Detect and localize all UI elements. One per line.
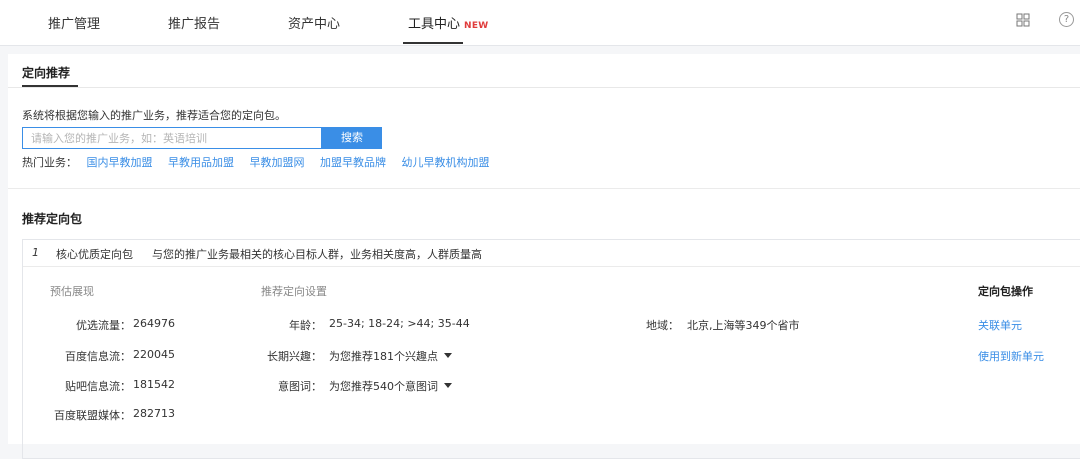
estimate-label: 优选流量： [76,319,131,332]
intent-label: 意图词： [278,380,322,393]
top-navigation: 推广管理 推广报告 资产中心 工具中心 NEW ? [0,0,1080,46]
settings-column-header: 推荐定向设置 [261,285,327,298]
estimate-column-header: 预估展现 [50,285,94,298]
active-tab-indicator [403,42,463,44]
link-unit-button[interactable]: 关联单元 [978,317,1022,333]
package-name: 核心优质定向包 [56,248,133,261]
interest-label: 长期兴趣： [267,350,322,363]
hot-link[interactable]: 早教加盟网 [250,156,305,169]
tab-promotion-management[interactable]: 推广管理 [48,13,100,32]
tab-tool-center[interactable]: 工具中心 NEW [408,13,489,32]
hot-link[interactable]: 加盟早教品牌 [320,156,386,169]
hot-business-label: 热门业务： [22,156,77,169]
age-label: 年龄： [289,319,322,332]
intent-dropdown[interactable]: 为您推荐540个意图词 [329,378,452,394]
package-index: 1 [32,246,39,259]
ops-column-header: 定向包操作 [978,285,1033,298]
package-header: 1 核心优质定向包 与您的推广业务最相关的核心目标人群，业务相关度高，人群质量高 [23,240,1080,267]
tab-asset-center[interactable]: 资产中心 [288,13,340,32]
age-value: 25-34; 18-24; >44; 35-44 [329,317,470,330]
grid-icon[interactable] [1016,13,1030,27]
new-badge: NEW [464,21,489,31]
section-divider [8,87,1080,88]
section-description: 系统将根据您输入的推广业务，推荐适合您的定向包。 [22,109,286,122]
recommended-packages-title: 推荐定向包 [22,212,83,226]
estimate-label: 百度信息流： [65,350,131,363]
hot-link[interactable]: 早教用品加盟 [168,156,234,169]
hot-link[interactable]: 幼儿早教机构加盟 [402,156,490,169]
help-icon[interactable]: ? [1059,12,1074,27]
tab-tool-center-label: 工具中心 [408,17,461,32]
content-divider [8,188,1080,189]
caret-down-icon[interactable] [444,383,452,388]
interest-dropdown[interactable]: 为您推荐181个兴趣点 [329,348,452,364]
tab-promotion-report[interactable]: 推广报告 [168,13,220,32]
package-description: 与您的推广业务最相关的核心目标人群，业务相关度高，人群质量高 [152,248,482,261]
targeting-package-card: 1 核心优质定向包 与您的推广业务最相关的核心目标人群，业务相关度高，人群质量高… [22,239,1080,459]
business-search-input[interactable] [22,127,322,149]
main-card: 定向推荐 系统将根据您输入的推广业务，推荐适合您的定向包。 搜索 热门业务： 国… [8,54,1080,459]
apply-new-unit-button[interactable]: 使用到新单元 [978,348,1044,364]
estimate-value: 264976 [133,317,175,330]
region-label: 地域： [646,319,679,332]
hot-link[interactable]: 国内早教加盟 [87,156,153,169]
estimate-value: 181542 [133,378,175,391]
estimate-label: 贴吧信息流： [65,380,131,393]
region-value: 北京,上海等349个省市 [687,319,800,332]
estimate-label: 百度联盟媒体： [54,409,131,422]
hot-business-row: 热门业务： 国内早教加盟 早教用品加盟 早教加盟网 加盟早教品牌 幼儿早教机构加… [22,154,502,170]
search-button[interactable]: 搜索 [322,127,382,149]
interest-value: 为您推荐181个兴趣点 [329,350,438,363]
intent-value: 为您推荐540个意图词 [329,380,438,393]
estimate-value: 220045 [133,348,175,361]
estimate-value: 282713 [133,407,175,420]
tab-targeting-recommendation[interactable]: 定向推荐 [22,64,70,81]
caret-down-icon[interactable] [444,353,452,358]
